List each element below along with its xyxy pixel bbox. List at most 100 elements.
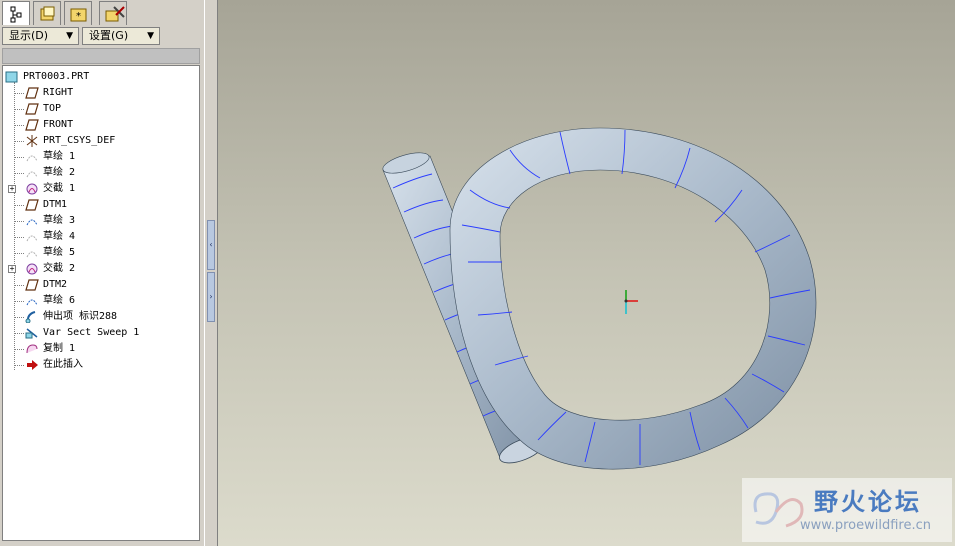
tree-item-label: RIGHT xyxy=(43,87,74,98)
tree-item-label: DTM1 xyxy=(43,199,68,210)
collapse-left-button[interactable]: ‹ xyxy=(207,220,215,270)
tree-item-sketch-6[interactable]: 草绘 6 xyxy=(3,293,199,309)
tree-item-label: 在此插入 xyxy=(43,359,83,370)
connections-tools-icon xyxy=(105,6,125,22)
tree-item-label: PRT0003.PRT xyxy=(23,71,90,82)
watermark-title: 野火论坛 xyxy=(814,488,922,516)
tree-connector xyxy=(14,253,24,254)
tree-item-label: 草绘 6 xyxy=(43,295,76,306)
tree-item-root[interactable]: PRT0003.PRT xyxy=(3,69,199,85)
tree-item-dtm1[interactable]: DTM1 xyxy=(3,197,199,213)
folder-browser-icon xyxy=(40,6,55,21)
tree-item-label: 交截 1 xyxy=(43,183,76,194)
tab-model-tree[interactable] xyxy=(2,1,30,25)
forum-watermark: 野火论坛 www.proewildfire.cn xyxy=(742,478,952,542)
sketch-hidden-icon xyxy=(26,155,38,162)
sweep-protrusion-icon xyxy=(25,311,36,323)
navigator-toolbar: 显示(D) ▼ 设置(G) ▼ xyxy=(0,27,204,47)
tree-item-label: 草绘 2 xyxy=(43,167,76,178)
tree-connector xyxy=(14,285,24,286)
tree-connector xyxy=(14,301,24,302)
tree-item-insert-here[interactable]: 在此插入 xyxy=(3,357,199,373)
tree-item-csys[interactable]: PRT_CSYS_DEF xyxy=(3,133,199,149)
tree-connector xyxy=(14,317,24,318)
tree-item-label: 草绘 3 xyxy=(43,215,76,226)
datum-plane-icon xyxy=(25,103,39,115)
tree-item-intersect-2[interactable]: + 交截 2 xyxy=(3,261,199,277)
tree-item-label: 复制 1 xyxy=(43,343,76,354)
sketch-icon xyxy=(26,219,38,226)
navigator-panel: * 显示(D) ▼ 设置(G) ▼ PRT0003.PRT RIGHT TOP … xyxy=(0,0,204,546)
datum-plane-icon xyxy=(25,87,39,99)
tree-column-header xyxy=(2,48,200,64)
copy-surface-icon xyxy=(26,344,38,354)
chevron-down-icon: ▼ xyxy=(66,31,73,41)
favorites-folder-icon: * xyxy=(70,8,87,22)
intersect-curve-icon xyxy=(26,263,38,275)
csys-icon xyxy=(26,135,38,147)
graphics-viewport[interactable]: 野火论坛 www.proewildfire.cn xyxy=(218,0,955,546)
tree-connector xyxy=(14,205,24,206)
tree-connector xyxy=(14,365,24,366)
tree-item-protrusion[interactable]: 伸出项 标识288 xyxy=(3,309,199,325)
tree-connector xyxy=(14,237,24,238)
svg-text:*: * xyxy=(76,11,81,22)
chevron-right-icon: › xyxy=(209,292,213,301)
panel-splitter[interactable]: ‹ › xyxy=(204,0,218,546)
tree-item-label: Var Sect Sweep 1 xyxy=(43,327,140,338)
part-icon xyxy=(5,71,18,83)
forum-logo-icon xyxy=(753,492,804,528)
tree-item-dtm2[interactable]: DTM2 xyxy=(3,277,199,293)
show-menu-button[interactable]: 显示(D) ▼ xyxy=(2,27,79,45)
watermark-url: www.proewildfire.cn xyxy=(800,518,931,533)
tree-item-label: 草绘 4 xyxy=(43,231,76,242)
tree-connector xyxy=(14,141,24,142)
loop-tube xyxy=(449,127,817,470)
datum-plane-icon xyxy=(25,119,39,131)
tree-item-front[interactable]: FRONT xyxy=(3,117,199,133)
3d-model-view[interactable] xyxy=(218,0,955,546)
tab-connections[interactable] xyxy=(99,1,127,25)
tree-item-label: PRT_CSYS_DEF xyxy=(43,135,116,146)
tree-item-sketch-4[interactable]: 草绘 4 xyxy=(3,229,199,245)
tree-item-sketch-5[interactable]: 草绘 5 xyxy=(3,245,199,261)
tree-item-label: FRONT xyxy=(43,119,74,130)
tree-item-copy[interactable]: 复制 1 xyxy=(3,341,199,357)
model-tree: PRT0003.PRT RIGHT TOP FRONT PRT_CSYS_DEF xyxy=(2,65,200,541)
chevron-down-icon: ▼ xyxy=(147,31,154,41)
tree-item-sketch-1[interactable]: 草绘 1 xyxy=(3,149,199,165)
insert-here-arrow-icon xyxy=(27,360,38,370)
chevron-left-icon: ‹ xyxy=(209,240,213,249)
tree-item-label: 草绘 5 xyxy=(43,247,76,258)
datum-plane-icon xyxy=(25,199,39,211)
tree-item-var-sect-sweep[interactable]: Var Sect Sweep 1 xyxy=(3,325,199,341)
show-menu-label: 显示(D) xyxy=(9,29,49,42)
settings-menu-button[interactable]: 设置(G) ▼ xyxy=(82,27,160,45)
intersect-curve-icon xyxy=(26,183,38,195)
tree-item-label: DTM2 xyxy=(43,279,68,290)
tree-connector xyxy=(14,221,24,222)
expand-toggle[interactable]: + xyxy=(8,185,16,193)
tree-item-sketch-2[interactable]: 草绘 2 xyxy=(3,165,199,181)
sketch-hidden-icon xyxy=(26,235,38,242)
tree-item-intersect-1[interactable]: + 交截 1 xyxy=(3,181,199,197)
tree-item-sketch-3[interactable]: 草绘 3 xyxy=(3,213,199,229)
expand-right-button[interactable]: › xyxy=(207,272,215,322)
expand-toggle[interactable]: + xyxy=(8,265,16,273)
tab-folder-browser[interactable] xyxy=(33,1,61,25)
tree-connector xyxy=(14,349,24,350)
tab-favorites[interactable]: * xyxy=(64,1,92,25)
tree-connector xyxy=(14,333,24,334)
datum-plane-icon xyxy=(25,279,39,291)
tree-item-right[interactable]: RIGHT xyxy=(3,85,199,101)
settings-menu-label: 设置(G) xyxy=(89,29,129,42)
tree-connector xyxy=(14,125,24,126)
tree-item-label: 伸出项 标识288 xyxy=(43,311,118,322)
tree-item-label: TOP xyxy=(43,103,62,114)
tree-item-top[interactable]: TOP xyxy=(3,101,199,117)
sketch-hidden-icon xyxy=(26,251,38,258)
tree-connector xyxy=(14,109,24,110)
tree-connector xyxy=(14,173,24,174)
sketch-hidden-icon xyxy=(26,171,38,178)
tree-item-label: 交截 2 xyxy=(43,263,76,274)
